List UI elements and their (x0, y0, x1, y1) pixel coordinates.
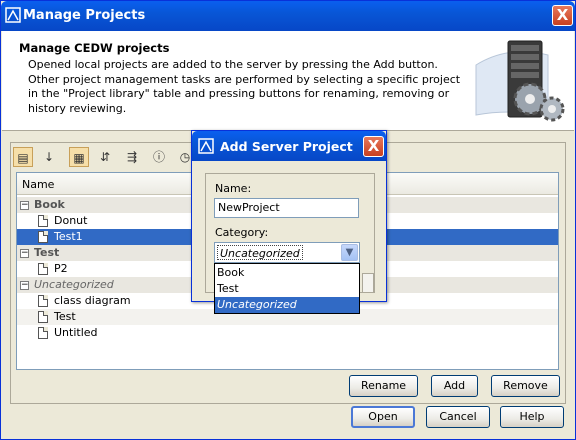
project-label: Test1 (54, 230, 83, 243)
sort-alphabetical-icon[interactable]: ↓ (39, 147, 59, 167)
project-label: Untitled (54, 326, 98, 339)
group-by-category-icon[interactable]: ▤ (13, 147, 33, 167)
expand-all-icon[interactable]: ⇵ (95, 147, 115, 167)
collapse-toggle-icon[interactable]: − (20, 249, 29, 258)
project-file-icon (38, 311, 48, 323)
project-label: class diagram (54, 294, 131, 307)
project-file-icon (38, 263, 48, 275)
group-label: Test (34, 246, 60, 259)
project-file-icon (38, 231, 48, 243)
info-icon[interactable]: ⓘ (149, 147, 169, 167)
server-gears-icon (475, 40, 565, 122)
name-label: Name: (215, 182, 252, 195)
category-option[interactable]: Book (215, 265, 359, 281)
group-label: Uncategorized (34, 278, 114, 291)
close-dialog-button[interactable]: X (363, 136, 384, 157)
header-panel: Manage CEDW projects Opened local projec… (2, 31, 574, 131)
header-title: Manage CEDW projects (19, 41, 170, 55)
category-select[interactable]: Uncategorized ▼ (214, 242, 360, 263)
project-label: P2 (54, 262, 68, 275)
category-dropdown-list[interactable]: Book Test Uncategorized (214, 263, 360, 314)
dialog-title: Add Server Project (220, 139, 353, 154)
tree-project-row[interactable]: Untitled (17, 325, 558, 341)
filter-icon[interactable]: ▦ (69, 147, 89, 167)
project-file-icon (38, 215, 48, 227)
dialog-hidden-button-edge (362, 273, 374, 293)
category-option[interactable]: Test (215, 281, 359, 297)
window-title: Manage Projects (23, 8, 146, 23)
project-file-icon (38, 327, 48, 339)
title-bar[interactable]: Manage Projects X (1, 1, 575, 31)
group-label: Book (34, 198, 65, 211)
category-label: Category: (215, 226, 269, 239)
category-option-selected[interactable]: Uncategorized (215, 297, 359, 313)
cancel-button[interactable]: Cancel (426, 406, 490, 428)
add-button[interactable]: Add (431, 375, 478, 397)
project-label: Test (54, 310, 76, 323)
app-logo-icon (198, 138, 214, 154)
collapse-toggle-icon[interactable]: − (20, 281, 29, 290)
dialog-title-bar[interactable]: Add Server Project X (192, 131, 386, 161)
remove-button[interactable]: Remove (491, 375, 560, 397)
project-file-icon (38, 295, 48, 307)
header-description: Opened local projects are added to the s… (28, 58, 461, 115)
project-label: Donut (54, 214, 88, 227)
project-name-input[interactable]: NewProject (214, 198, 359, 218)
open-button[interactable]: Open (351, 406, 415, 428)
collapse-toggle-icon[interactable]: − (20, 201, 29, 210)
help-button[interactable]: Help (500, 406, 564, 428)
app-logo-icon (5, 7, 21, 23)
collapse-all-icon[interactable]: ⇶ (122, 147, 142, 167)
column-header-label: Name (22, 178, 55, 191)
close-window-button[interactable]: X (552, 5, 573, 26)
category-selected-value: Uncategorized (217, 245, 303, 260)
chevron-down-icon[interactable]: ▼ (341, 244, 358, 261)
rename-button[interactable]: Rename (349, 375, 418, 397)
